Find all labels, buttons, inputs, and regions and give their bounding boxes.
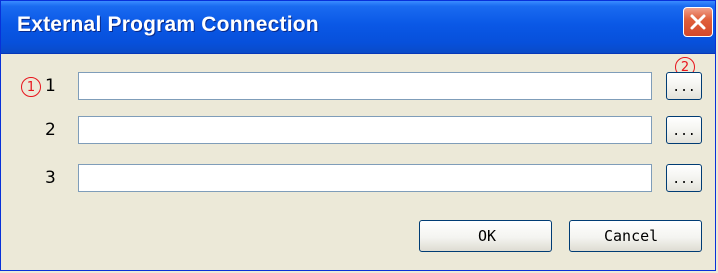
browse-button-2[interactable]: ...: [666, 116, 702, 144]
window-title: External Program Connection: [17, 13, 319, 36]
ok-button-label: OK: [478, 227, 497, 245]
row-label-2: 2: [45, 120, 56, 140]
close-icon: [690, 14, 706, 30]
program-path-input-1[interactable]: [78, 72, 652, 100]
annotation-marker-1: 1: [21, 77, 41, 97]
cancel-button[interactable]: Cancel: [569, 220, 702, 252]
ok-button[interactable]: OK: [419, 220, 552, 252]
row-label-3: 3: [45, 168, 56, 188]
program-path-input-3[interactable]: [78, 164, 652, 192]
close-button[interactable]: [683, 7, 713, 37]
title-bar[interactable]: External Program Connection: [1, 1, 715, 54]
browse-button-1[interactable]: ...: [666, 72, 702, 100]
dialog-window: External Program Connection 1 2 3 4 1 ..…: [0, 0, 716, 271]
program-path-input-2[interactable]: [78, 116, 652, 144]
browse-button-3[interactable]: ...: [666, 164, 702, 192]
cancel-button-label: Cancel: [604, 227, 659, 245]
row-label-1: 1: [45, 76, 56, 96]
